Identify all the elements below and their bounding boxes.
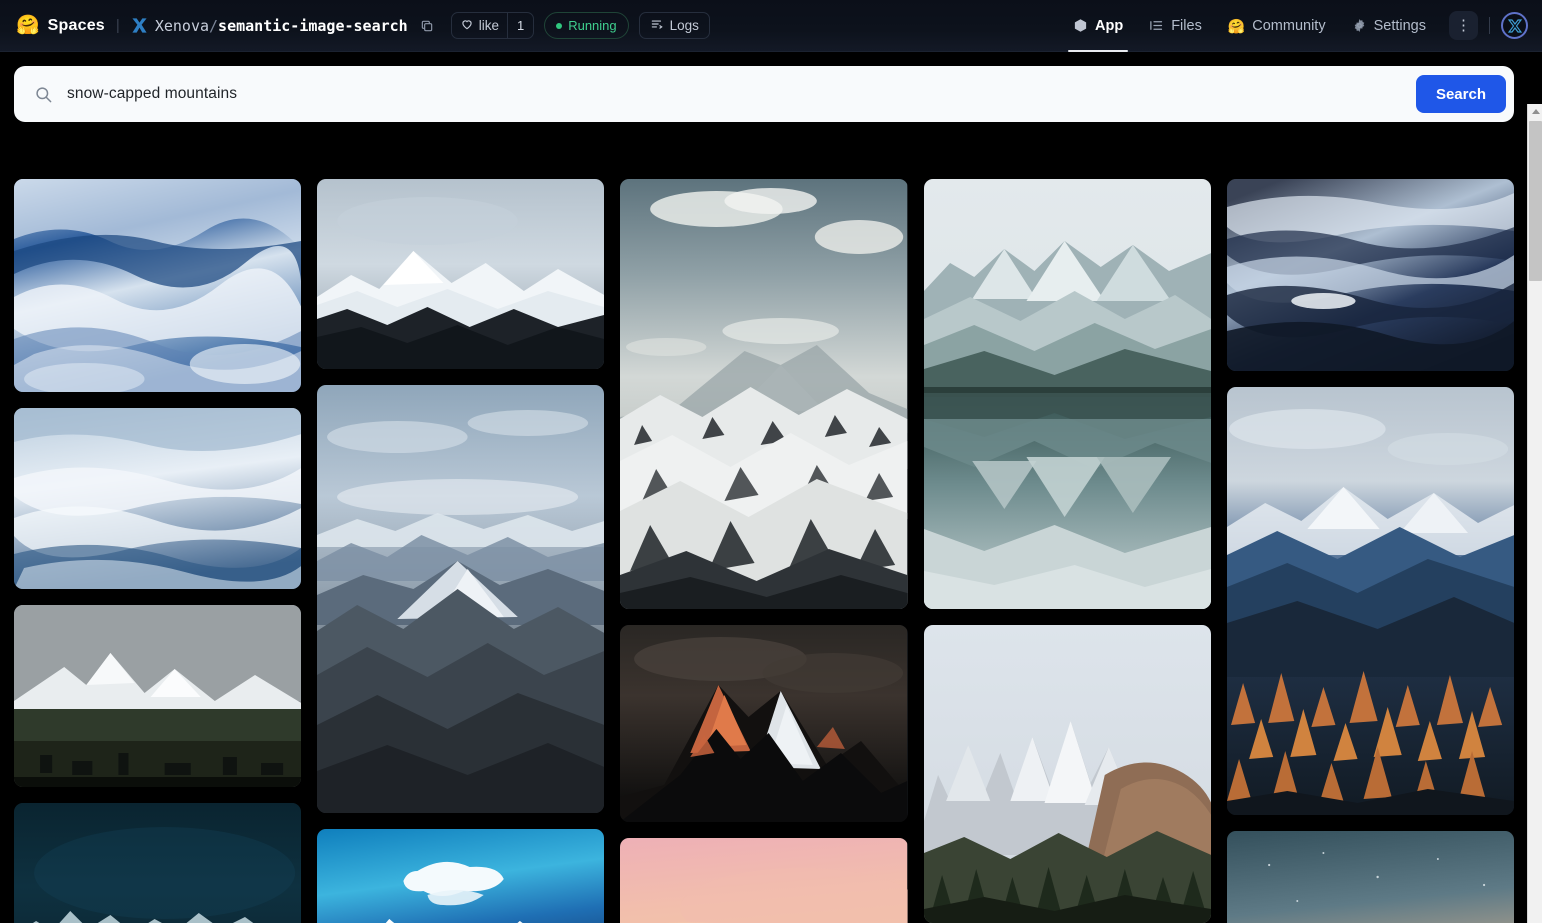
vertical-scrollbar[interactable] bbox=[1527, 104, 1542, 923]
header-left-group: 🤗 Spaces | Xenova/semantic-image-search bbox=[16, 12, 710, 39]
result-image-tile[interactable] bbox=[1227, 387, 1514, 815]
tab-files-label: Files bbox=[1171, 18, 1202, 34]
app-header: 🤗 Spaces | Xenova/semantic-image-search bbox=[0, 0, 1542, 52]
results-column bbox=[317, 179, 604, 923]
like-count: 1 bbox=[507, 13, 533, 38]
result-image-tile[interactable] bbox=[317, 829, 604, 923]
hugging-face-logo-icon: 🤗 bbox=[16, 16, 40, 35]
kebab-menu-icon[interactable]: ⋮ bbox=[1449, 11, 1478, 40]
repo-slash: / bbox=[209, 17, 218, 35]
status-label: Running bbox=[568, 18, 616, 33]
logs-label: Logs bbox=[670, 18, 699, 33]
result-image-tile[interactable] bbox=[620, 625, 907, 822]
header-nav: App Files 🤗 Community Settings ⋮ bbox=[1060, 0, 1528, 52]
header-right-divider bbox=[1489, 17, 1490, 34]
result-image-tile[interactable] bbox=[317, 179, 604, 369]
results-column bbox=[14, 179, 301, 923]
tab-community-label: Community bbox=[1252, 18, 1325, 34]
results-column bbox=[924, 179, 1211, 923]
repo-breadcrumb[interactable]: Xenova/semantic-image-search bbox=[155, 17, 408, 35]
search-button[interactable]: Search bbox=[1416, 75, 1506, 113]
result-image-tile[interactable] bbox=[1227, 179, 1514, 371]
search-bar: Search bbox=[14, 66, 1514, 122]
logs-button[interactable]: Logs bbox=[639, 12, 710, 39]
files-icon bbox=[1149, 18, 1164, 33]
x-logo-avatar[interactable] bbox=[1501, 12, 1528, 39]
result-image-tile[interactable] bbox=[1227, 831, 1514, 923]
result-image-tile[interactable] bbox=[14, 179, 301, 392]
result-image-tile[interactable] bbox=[14, 803, 301, 923]
results-column bbox=[620, 179, 907, 923]
gear-icon bbox=[1352, 18, 1367, 33]
like-button[interactable]: like 1 bbox=[451, 12, 535, 39]
result-image-tile[interactable] bbox=[14, 408, 301, 589]
result-image-tile[interactable] bbox=[620, 838, 907, 923]
search-input[interactable] bbox=[67, 85, 1416, 103]
status-badge[interactable]: Running bbox=[544, 12, 628, 39]
tab-community[interactable]: 🤗 Community bbox=[1215, 0, 1339, 52]
like-label: like bbox=[479, 18, 499, 33]
image-results-grid bbox=[14, 179, 1514, 923]
tab-app-label: App bbox=[1095, 18, 1123, 34]
status-dot-icon bbox=[556, 23, 562, 29]
app-iframe-body: Search bbox=[0, 52, 1542, 923]
result-image-tile[interactable] bbox=[924, 179, 1211, 609]
tab-files[interactable]: Files bbox=[1136, 0, 1215, 52]
xenova-avatar-icon bbox=[131, 17, 148, 34]
community-icon: 🤗 bbox=[1228, 19, 1245, 33]
result-image-tile[interactable] bbox=[317, 385, 604, 813]
like-button-main[interactable]: like bbox=[452, 13, 507, 38]
tab-settings-label: Settings bbox=[1374, 18, 1426, 34]
search-icon bbox=[34, 85, 53, 104]
result-image-tile[interactable] bbox=[620, 179, 907, 609]
tab-settings[interactable]: Settings bbox=[1339, 0, 1439, 52]
logs-icon bbox=[650, 17, 664, 34]
cube-icon bbox=[1073, 18, 1088, 33]
result-image-tile[interactable] bbox=[924, 625, 1211, 923]
result-image-tile[interactable] bbox=[14, 605, 301, 787]
repo-name[interactable]: semantic-image-search bbox=[218, 17, 408, 35]
copy-icon[interactable] bbox=[417, 16, 437, 36]
scroll-thumb[interactable] bbox=[1529, 121, 1542, 281]
header-divider: | bbox=[116, 17, 120, 34]
results-column bbox=[1227, 179, 1514, 923]
tab-app[interactable]: App bbox=[1060, 0, 1136, 52]
repo-owner[interactable]: Xenova bbox=[155, 17, 209, 35]
spaces-product-label[interactable]: Spaces bbox=[48, 17, 105, 35]
scroll-up-arrow[interactable] bbox=[1528, 104, 1542, 119]
heart-icon bbox=[460, 17, 474, 34]
